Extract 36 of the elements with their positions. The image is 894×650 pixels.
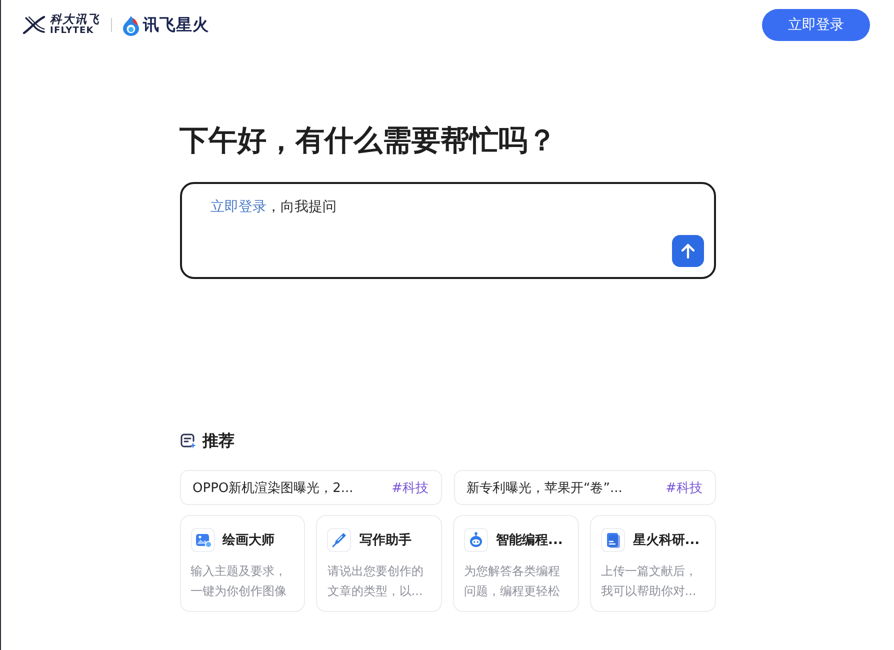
news-card[interactable]: 新专利曝光，苹果开“卷”... #科技 (454, 470, 716, 505)
tool-title: 写作助手 (359, 532, 412, 549)
tool-card[interactable]: 星火科研... 上传一篇文献后，我可以帮助你对... (590, 515, 716, 612)
tool-card[interactable]: 智能编程... 为您解答各类编程问题，编程更轻松 (453, 515, 579, 612)
chat-sparkle-icon (180, 433, 196, 449)
tool-title: 绘画大师 (222, 532, 274, 549)
document-icon (600, 528, 625, 552)
news-title: 新专利曝光，苹果开“卷”... (466, 480, 622, 496)
tool-title: 智能编程... (496, 532, 563, 549)
arrow-up-icon (680, 243, 696, 259)
brand-name: 科大讯飞 (50, 14, 100, 26)
robot-icon (464, 528, 488, 552)
tool-card[interactable]: 写作助手 请说出您要创作的文章的类型，以... (316, 515, 442, 612)
news-title: OPPO新机渲染图曝光，2... (192, 480, 354, 496)
section-title: 推荐 (202, 430, 234, 452)
topic-tag: #科技 (666, 478, 702, 496)
tool-description: 输入主题及要求，一键为你创作图像 (190, 563, 288, 600)
brand-name-latin: IFLYTEK (50, 26, 95, 36)
send-button[interactable] (672, 235, 704, 267)
image-icon (190, 528, 214, 552)
spark-logo-icon (122, 14, 140, 36)
tool-card[interactable]: 绘画大师 输入主题及要求，一键为你创作图像 (180, 515, 306, 612)
greeting-heading: 下午好，有什么需要帮忙吗？ (180, 122, 556, 158)
tool-title: 星火科研... (632, 532, 700, 549)
news-card[interactable]: OPPO新机渲染图曝光，2... #科技 (180, 470, 442, 505)
topic-tag: #科技 (392, 478, 428, 496)
tool-description: 为您解答各类编程问题，编程更轻松 (464, 563, 561, 600)
tool-description: 请说出您要创作的文章的类型，以... (327, 563, 424, 600)
placeholder-text: ，向我提问 (266, 198, 336, 217)
tool-description: 上传一篇文献后，我可以帮助你对... (600, 563, 698, 600)
iflytek-logo-icon (22, 15, 46, 35)
login-link[interactable]: 立即登录 (210, 196, 266, 218)
question-input-field[interactable]: 立即登录，向我提问 (180, 182, 716, 279)
product-name: 讯飞星火 (143, 14, 209, 36)
pen-icon (327, 528, 352, 552)
login-button[interactable]: 立即登录 (762, 9, 870, 41)
